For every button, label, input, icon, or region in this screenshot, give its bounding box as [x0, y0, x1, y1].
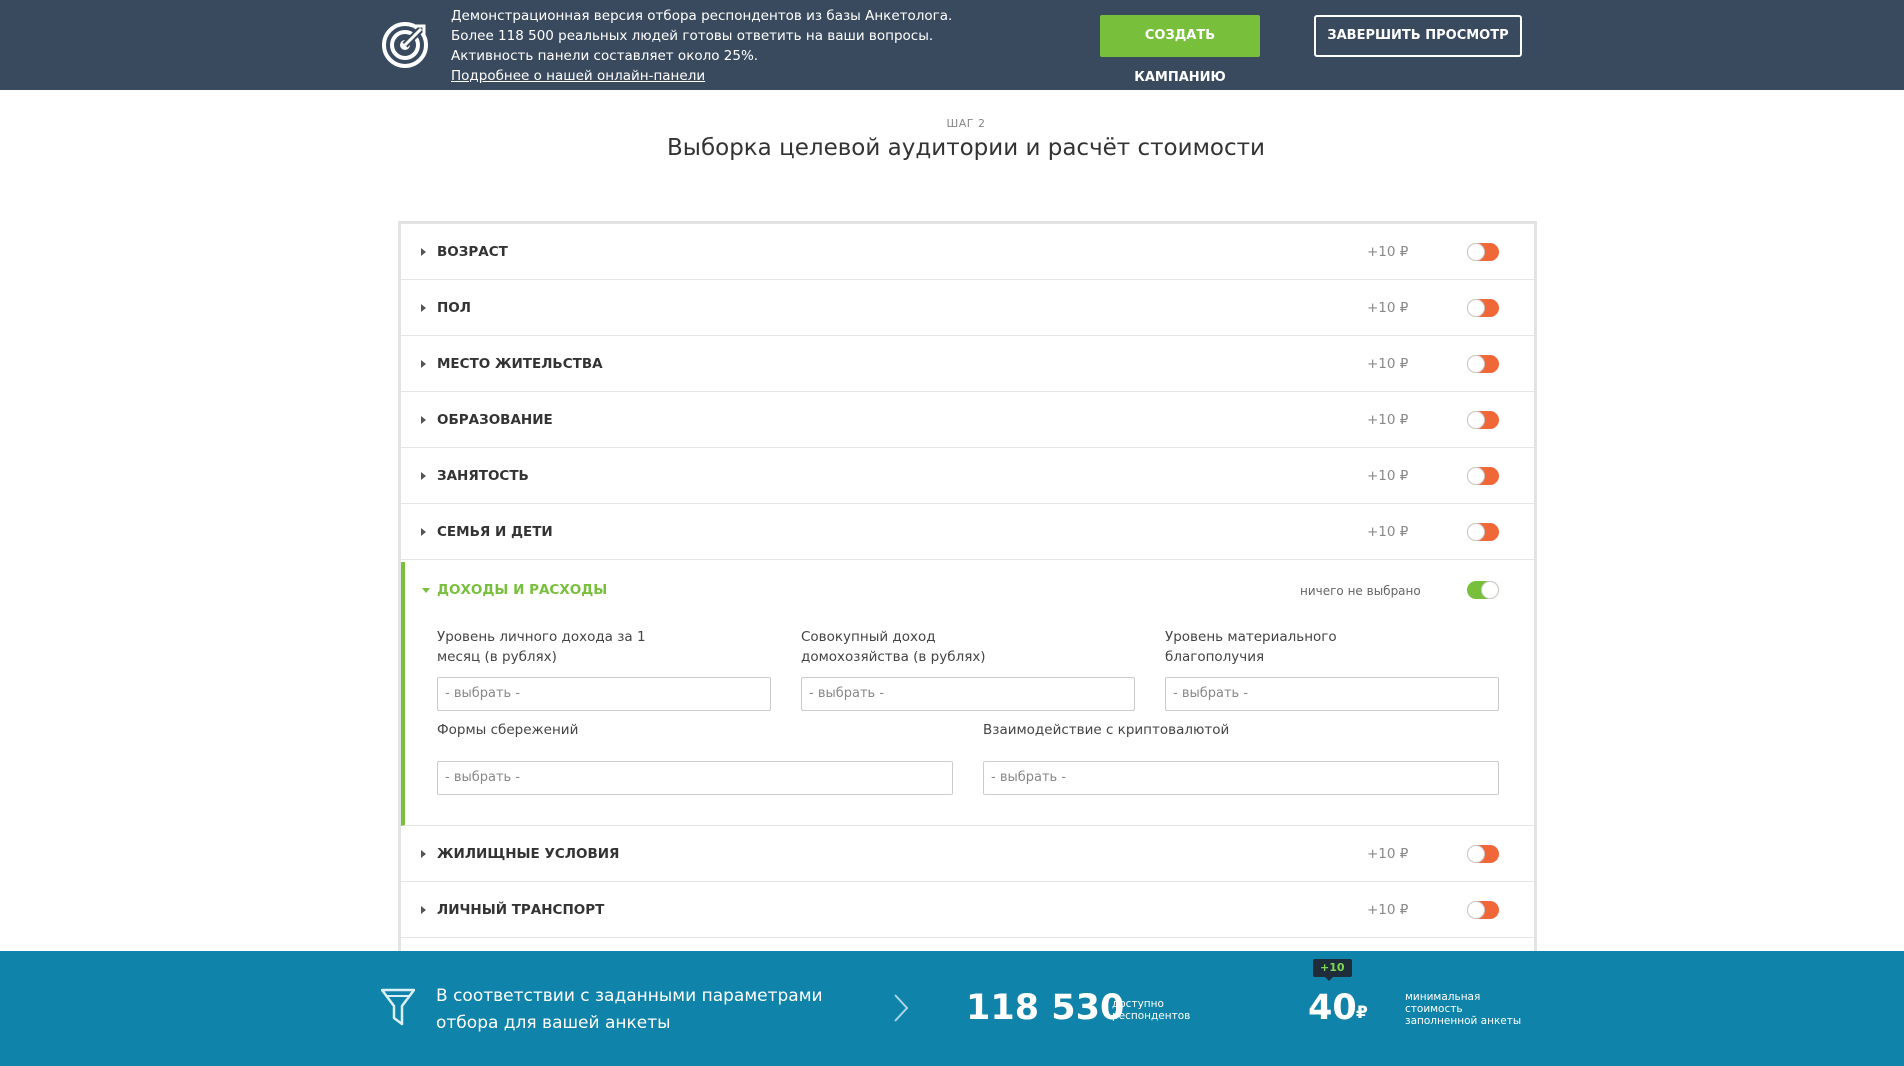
finish-preview-button[interactable]: ЗАВЕРШИТЬ ПРОСМОТР — [1314, 15, 1522, 57]
currency-symbol: ₽ — [1356, 1003, 1368, 1023]
page-title: Выборка целевой аудитории и расчёт стоим… — [667, 135, 1265, 161]
funnel-icon — [381, 988, 415, 1026]
label-line: заполненной анкеты — [1405, 1015, 1522, 1027]
savings-select[interactable]: - выбрать - — [437, 761, 953, 795]
section-housing[interactable]: ЖИЛИЩНЫЕ УСЛОВИЯ +10 ₽ — [401, 826, 1534, 882]
section-toggle[interactable] — [1467, 467, 1499, 485]
expand-arrow-icon — [421, 850, 426, 858]
toggle-knob — [1467, 523, 1485, 541]
label-line: респондентов — [1112, 1010, 1191, 1022]
section-toggle[interactable] — [1467, 901, 1499, 919]
section-label: МЕСТО ЖИТЕЛЬСТВА — [437, 356, 603, 372]
min-price-value: 40 — [1308, 988, 1357, 1028]
section-residence[interactable]: МЕСТО ЖИТЕЛЬСТВА +10 ₽ — [401, 336, 1534, 392]
toggle-knob — [1481, 581, 1499, 599]
section-toggle[interactable] — [1467, 523, 1499, 541]
expand-arrow-icon — [421, 528, 426, 536]
section-label: СЕМЬЯ И ДЕТИ — [437, 524, 553, 540]
summary-line: В соответствии с заданными параметрами — [436, 986, 823, 1006]
section-label: ЛИЧНЫЙ ТРАНСПОРТ — [437, 902, 605, 918]
section-price: +10 ₽ — [1367, 902, 1409, 918]
label-line: стоимость — [1405, 1003, 1463, 1015]
section-transport[interactable]: ЛИЧНЫЙ ТРАНСПОРТ +10 ₽ — [401, 882, 1534, 938]
crypto-label: Взаимодействие с криптовалютой — [983, 722, 1230, 738]
wellbeing-select[interactable]: - выбрать - — [1165, 677, 1499, 711]
household-income-label: Совокупный доход домохозяйства (в рублях… — [801, 627, 1101, 667]
respondent-count-label: доступно респондентов — [1112, 998, 1190, 1022]
label-line: минимальная — [1405, 991, 1481, 1003]
section-label: ЖИЛИЩНЫЕ УСЛОВИЯ — [437, 846, 620, 862]
banner-line-2: Более 118 500 реальных людей готовы отве… — [451, 28, 934, 44]
expand-arrow-icon — [421, 472, 426, 480]
section-toggle[interactable] — [1467, 355, 1499, 373]
section-toggle[interactable] — [1467, 845, 1499, 863]
section-gender[interactable]: ПОЛ +10 ₽ — [401, 280, 1534, 336]
toggle-knob — [1467, 901, 1485, 919]
audience-filter-panel: ВОЗРАСТ +10 ₽ ПОЛ +10 ₽ МЕСТО ЖИТЕЛЬСТВА… — [398, 221, 1537, 981]
top-banner: Демонстрационная версия отбора респонден… — [0, 0, 1904, 90]
section-label: ВОЗРАСТ — [437, 244, 508, 260]
min-price-label: минимальная стоимость заполненной анкеты — [1405, 991, 1525, 1027]
toggle-knob — [1467, 299, 1485, 317]
toggle-knob — [1467, 845, 1485, 863]
label-line: Совокупный доход — [801, 629, 936, 645]
banner-line-1: Демонстрационная версия отбора респонден… — [451, 8, 953, 24]
toggle-knob — [1467, 243, 1485, 261]
section-family[interactable]: СЕМЬЯ И ДЕТИ +10 ₽ — [401, 504, 1534, 560]
section-price: +10 ₽ — [1367, 356, 1409, 372]
expand-arrow-icon — [421, 906, 426, 914]
section-toggle[interactable] — [1467, 581, 1499, 599]
section-label[interactable]: ДОХОДЫ И РАСХОДЫ — [437, 582, 607, 598]
personal-income-select[interactable]: - выбрать - — [437, 677, 771, 711]
section-toggle[interactable] — [1467, 299, 1499, 317]
section-price: +10 ₽ — [1367, 468, 1409, 484]
label-line: доступно — [1112, 998, 1164, 1010]
section-toggle[interactable] — [1467, 411, 1499, 429]
label-line: месяц (в рублях) — [437, 649, 557, 665]
step-label: ШАГ 2 — [946, 117, 986, 130]
label-line: домохозяйства (в рублях) — [801, 649, 986, 665]
section-education[interactable]: ОБРАЗОВАНИЕ +10 ₽ — [401, 392, 1534, 448]
section-income-expenses: ДОХОДЫ И РАСХОДЫ ничего не выбрано Урове… — [401, 562, 1534, 826]
panel-info-link[interactable]: Подробнее о нашей онлайн-панели — [451, 66, 1051, 86]
banner-line-3: Активность панели составляет около 25%. — [451, 48, 759, 64]
chevron-right-icon — [894, 994, 909, 1022]
section-price: +10 ₽ — [1367, 846, 1409, 862]
personal-income-label: Уровень личного дохода за 1 месяц (в руб… — [437, 627, 737, 667]
summary-line: отбора для вашей анкеты — [436, 1013, 671, 1033]
section-price: +10 ₽ — [1367, 412, 1409, 428]
section-toggle[interactable] — [1467, 243, 1499, 261]
section-label: ПОЛ — [437, 300, 471, 316]
create-campaign-button[interactable]: СОЗДАТЬ КАМПАНИЮ — [1100, 15, 1260, 85]
target-logo-icon — [382, 22, 428, 68]
expand-arrow-icon — [421, 248, 426, 256]
wellbeing-label: Уровень материального благополучия — [1165, 627, 1465, 667]
label-line: Уровень материального — [1165, 629, 1337, 645]
selection-status: ничего не выбрано — [1300, 584, 1421, 598]
household-income-select[interactable]: - выбрать - — [801, 677, 1135, 711]
section-price: +10 ₽ — [1367, 244, 1409, 260]
label-line: Уровень личного дохода за 1 — [437, 629, 646, 645]
banner-intro-text: Демонстрационная версия отбора респонден… — [451, 6, 1051, 86]
expand-arrow-icon — [421, 304, 426, 312]
section-age[interactable]: ВОЗРАСТ +10 ₽ — [401, 224, 1534, 280]
section-price: +10 ₽ — [1367, 524, 1409, 540]
crypto-select[interactable]: - выбрать - — [983, 761, 1499, 795]
section-label: ОБРАЗОВАНИЕ — [437, 412, 553, 428]
expand-arrow-icon — [421, 416, 426, 424]
section-employment[interactable]: ЗАНЯТОСТЬ +10 ₽ — [401, 448, 1534, 504]
collapse-arrow-icon[interactable] — [422, 588, 430, 593]
expand-arrow-icon — [421, 360, 426, 368]
price-increment-badge: +10 — [1313, 959, 1352, 981]
section-price: +10 ₽ — [1367, 300, 1409, 316]
savings-label: Формы сбережений — [437, 722, 579, 738]
toggle-knob — [1467, 411, 1485, 429]
respondent-count: 118 530 — [966, 988, 1125, 1028]
section-label: ЗАНЯТОСТЬ — [437, 468, 529, 484]
toggle-knob — [1467, 467, 1485, 485]
toggle-knob — [1467, 355, 1485, 373]
summary-bar: В соответствии с заданными параметрами о… — [0, 951, 1904, 1066]
summary-text: В соответствии с заданными параметрами о… — [436, 983, 856, 1037]
label-line: благополучия — [1165, 649, 1265, 665]
